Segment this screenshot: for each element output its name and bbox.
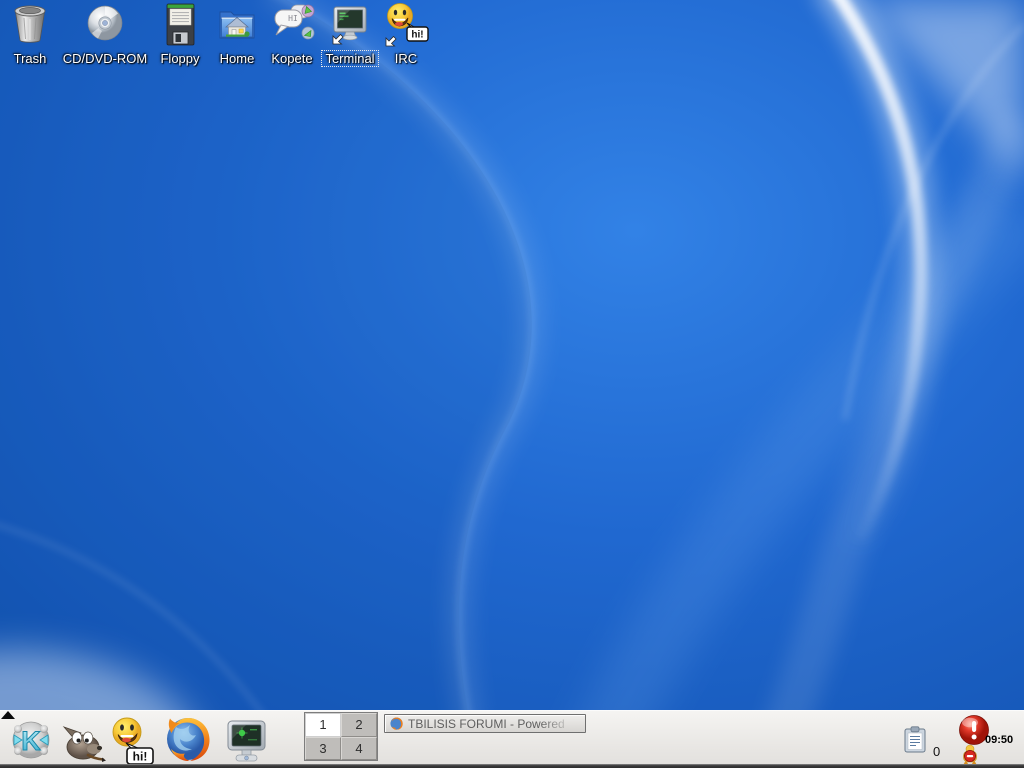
desktop-icon-label: IRC: [392, 51, 420, 66]
symlink-emblem: [386, 37, 396, 47]
firefox-icon: [389, 716, 404, 731]
desktop-icon-label: Home: [217, 51, 258, 66]
desktop-icon-irc[interactable]: hi! IRC: [371, 2, 441, 66]
irc-icon: hi!: [382, 2, 430, 48]
kopete-smiley-launcher[interactable]: hi!: [110, 715, 168, 768]
symlink-emblem: [333, 35, 343, 45]
konsole-icon: [220, 717, 270, 763]
task-title: TBILISIS FORUMI - Powered: [408, 717, 581, 731]
panel-bottom-edge: [0, 764, 1024, 768]
wallpaper: [0, 0, 1024, 768]
desktop-icon-trash[interactable]: Trash: [0, 2, 60, 66]
desktop-icon-label: Kopete: [268, 51, 315, 66]
pager-desktop-3[interactable]: 3: [305, 737, 341, 761]
trash-icon: [10, 2, 50, 48]
desktop-icon-label: Trash: [11, 51, 50, 66]
cdrom-icon: [84, 2, 126, 48]
klipper-tray-icon[interactable]: [902, 726, 928, 757]
irc-bubble-text: hi!: [411, 30, 423, 41]
desktop-pager: 1 2 3 4: [304, 712, 378, 761]
desktop-icon-label: CD/DVD-ROM: [60, 51, 151, 66]
konsole-launcher[interactable]: [220, 717, 270, 766]
smiley-bubble-text: hi!: [133, 750, 148, 764]
k-letter: K: [21, 726, 41, 756]
floppy-icon: [160, 2, 200, 48]
clipboard-icon: [902, 726, 928, 754]
home-icon: [215, 2, 259, 48]
pager-desktop-2[interactable]: 2: [341, 713, 377, 737]
firefox-launcher[interactable]: [162, 713, 214, 768]
k-menu-button[interactable]: K: [8, 717, 54, 766]
kopete-bubble-text: HI: [288, 14, 298, 23]
gimp-launcher[interactable]: [58, 721, 106, 768]
smiley-hi-icon: hi!: [110, 715, 168, 767]
panel-clock[interactable]: 09:50: [985, 734, 1013, 746]
terminal-icon: [329, 2, 371, 48]
desktop-icon-floppy[interactable]: Floppy: [146, 2, 214, 66]
desktop-icon-label: Floppy: [157, 51, 202, 66]
desktop-icon-label: Terminal: [322, 51, 377, 66]
firefox-icon: [162, 713, 214, 765]
gimp-icon: [58, 721, 106, 765]
korn-mail-count[interactable]: 0: [933, 744, 940, 759]
kopete-icon: HI: [269, 2, 315, 48]
pager-desktop-1[interactable]: 1: [305, 713, 341, 737]
kde-desktop: Trash CD/DVD-ROM: [0, 0, 1024, 768]
desktop-icon-cdrom[interactable]: CD/DVD-ROM: [63, 2, 147, 66]
pager-desktop-4[interactable]: 4: [341, 737, 377, 761]
k-menu-icon: K: [8, 717, 54, 763]
kicker-panel: K: [0, 710, 1024, 768]
taskbar-task-firefox[interactable]: TBILISIS FORUMI - Powered: [384, 714, 586, 733]
